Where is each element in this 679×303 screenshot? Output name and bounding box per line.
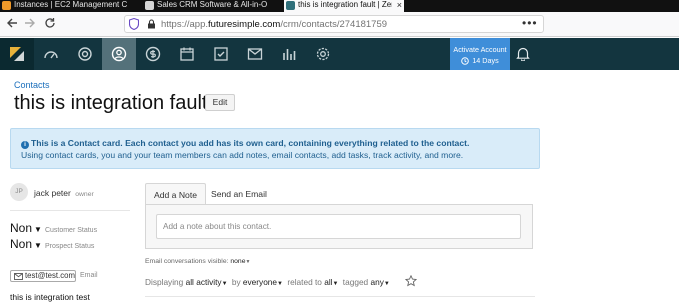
nav-deals[interactable]	[136, 38, 170, 70]
nav-settings[interactable]	[306, 38, 340, 70]
nav-contacts[interactable]	[102, 38, 136, 70]
note-panel: Add a note about this contact.	[145, 204, 533, 249]
calendar-icon	[180, 47, 194, 61]
target-icon	[78, 47, 92, 61]
browser-tab-bar: Instances | EC2 Management C Sales CRM S…	[0, 0, 679, 12]
logo-icon	[10, 47, 24, 61]
contacts-icon	[111, 46, 127, 62]
breadcrumb-contacts[interactable]: Contacts	[14, 80, 50, 90]
email-visibility-setting[interactable]: Email conversations visible: none▼	[145, 258, 250, 265]
activate-account-button[interactable]: Activate Account 14 Days	[450, 38, 510, 70]
caret-down-icon: ▼	[383, 281, 390, 287]
contact-card-info-banner: i This is a Contact card. Each contact yo…	[10, 128, 540, 169]
tab-title: Sales CRM Software & All-in-O	[157, 0, 268, 9]
reload-button[interactable]	[44, 17, 56, 32]
dashboard-gauge-icon	[44, 51, 58, 59]
browser-nav-bar: https://app.futuresimple.com/crm/contact…	[0, 12, 679, 37]
notifications-button[interactable]	[516, 46, 530, 66]
deals-dollar-icon	[145, 46, 161, 62]
filter-user[interactable]: everyone	[243, 277, 277, 287]
divider	[145, 296, 535, 297]
owner-name: jack peter	[34, 188, 71, 198]
nav-leads[interactable]	[68, 38, 102, 70]
tab-title: this is integration fault | Zende	[298, 0, 402, 9]
prospect-status-label: Prospect Status	[44, 243, 95, 250]
email-value: test@test.com	[25, 271, 75, 280]
star-icon[interactable]	[405, 275, 417, 287]
edit-button[interactable]: Edit	[205, 94, 235, 111]
filter-activity[interactable]: all activity	[186, 277, 222, 287]
filter-related[interactable]: all	[324, 277, 332, 287]
shield-icon[interactable]	[129, 18, 139, 30]
caret-down-icon: ▼	[332, 281, 339, 287]
browser-tab-sales-crm[interactable]: Sales CRM Software & All-in-O	[143, 0, 283, 12]
aws-favicon-icon	[2, 1, 11, 10]
caret-down-icon: ▼	[34, 241, 42, 250]
reports-bar-icon	[283, 49, 296, 60]
email-chip[interactable]: test@test.com	[10, 270, 76, 282]
filter-tagged[interactable]: any	[371, 277, 384, 287]
company-name[interactable]: this is integration test	[10, 292, 90, 302]
caret-down-icon: ▼	[221, 281, 228, 287]
prospect-status-value: Non	[10, 237, 33, 251]
caret-down-icon: ▼	[245, 259, 251, 265]
note-input[interactable]: Add a note about this contact.	[156, 214, 521, 239]
more-options-button[interactable]: •••	[522, 16, 538, 30]
avatar: JP	[10, 183, 28, 201]
back-button[interactable]	[6, 17, 18, 32]
caret-down-icon: ▼	[34, 225, 42, 234]
browser-tab-ec2[interactable]: Instances | EC2 Management C	[0, 0, 142, 12]
activate-label: Activate Account	[453, 45, 507, 54]
prospect-status-dropdown[interactable]: Non ▼ Prospect Status	[10, 237, 94, 251]
app-logo[interactable]	[0, 38, 34, 70]
info-line-1: This is a Contact card. Each contact you…	[31, 138, 470, 148]
app-top-bar: Activate Account 14 Days	[0, 38, 679, 70]
email-icon	[247, 48, 263, 60]
divider	[10, 210, 130, 211]
url-text[interactable]: https://app.futuresimple.com/crm/contact…	[161, 19, 387, 30]
customer-status-dropdown[interactable]: Non ▼ Customer Status	[10, 221, 97, 235]
zendesk-favicon-icon	[286, 1, 295, 10]
nav-communications[interactable]	[238, 38, 272, 70]
tab-title: Instances | EC2 Management C	[14, 0, 128, 9]
email-visibility-value: none	[230, 258, 246, 265]
lock-icon[interactable]	[147, 19, 156, 29]
nav-reports[interactable]	[272, 38, 306, 70]
info-line-2: Using contact cards, you and your team m…	[21, 150, 464, 160]
settings-gear-icon	[316, 47, 330, 61]
nav-tasks[interactable]	[204, 38, 238, 70]
tasks-check-icon	[214, 47, 228, 61]
arrow-left-icon	[7, 18, 17, 28]
trial-days: 14 Days	[461, 55, 499, 66]
page-title: this is integration fault	[14, 92, 208, 114]
forward-button[interactable]	[24, 17, 36, 32]
tab-close-button[interactable]: ×	[392, 0, 404, 12]
bell-icon	[516, 47, 530, 62]
tab-send-email[interactable]: Send an Email	[203, 183, 275, 205]
owner-tag: owner	[75, 191, 94, 198]
envelope-icon	[14, 273, 23, 280]
customer-status-value: Non	[10, 221, 33, 235]
sales-favicon-icon	[145, 1, 154, 10]
browser-tab-zendesk[interactable]: this is integration fault | Zende	[284, 0, 402, 12]
caret-down-icon: ▼	[277, 281, 283, 287]
info-icon: i	[21, 141, 29, 149]
nav-dashboard[interactable]	[34, 38, 68, 70]
owner-field[interactable]: jack peter owner	[34, 188, 94, 198]
clock-icon	[461, 56, 470, 65]
activity-filters: Displaying all activity▼ by everyone▼ re…	[145, 277, 390, 287]
nav-calendar[interactable]	[170, 38, 204, 70]
customer-status-label: Customer Status	[44, 227, 98, 234]
url-bar[interactable]: https://app.futuresimple.com/crm/contact…	[124, 15, 544, 33]
arrow-right-icon	[25, 18, 35, 28]
close-icon: ×	[396, 0, 402, 10]
reload-icon	[45, 18, 55, 28]
email-label: Email	[80, 272, 98, 279]
tab-add-note[interactable]: Add a Note	[145, 183, 206, 205]
